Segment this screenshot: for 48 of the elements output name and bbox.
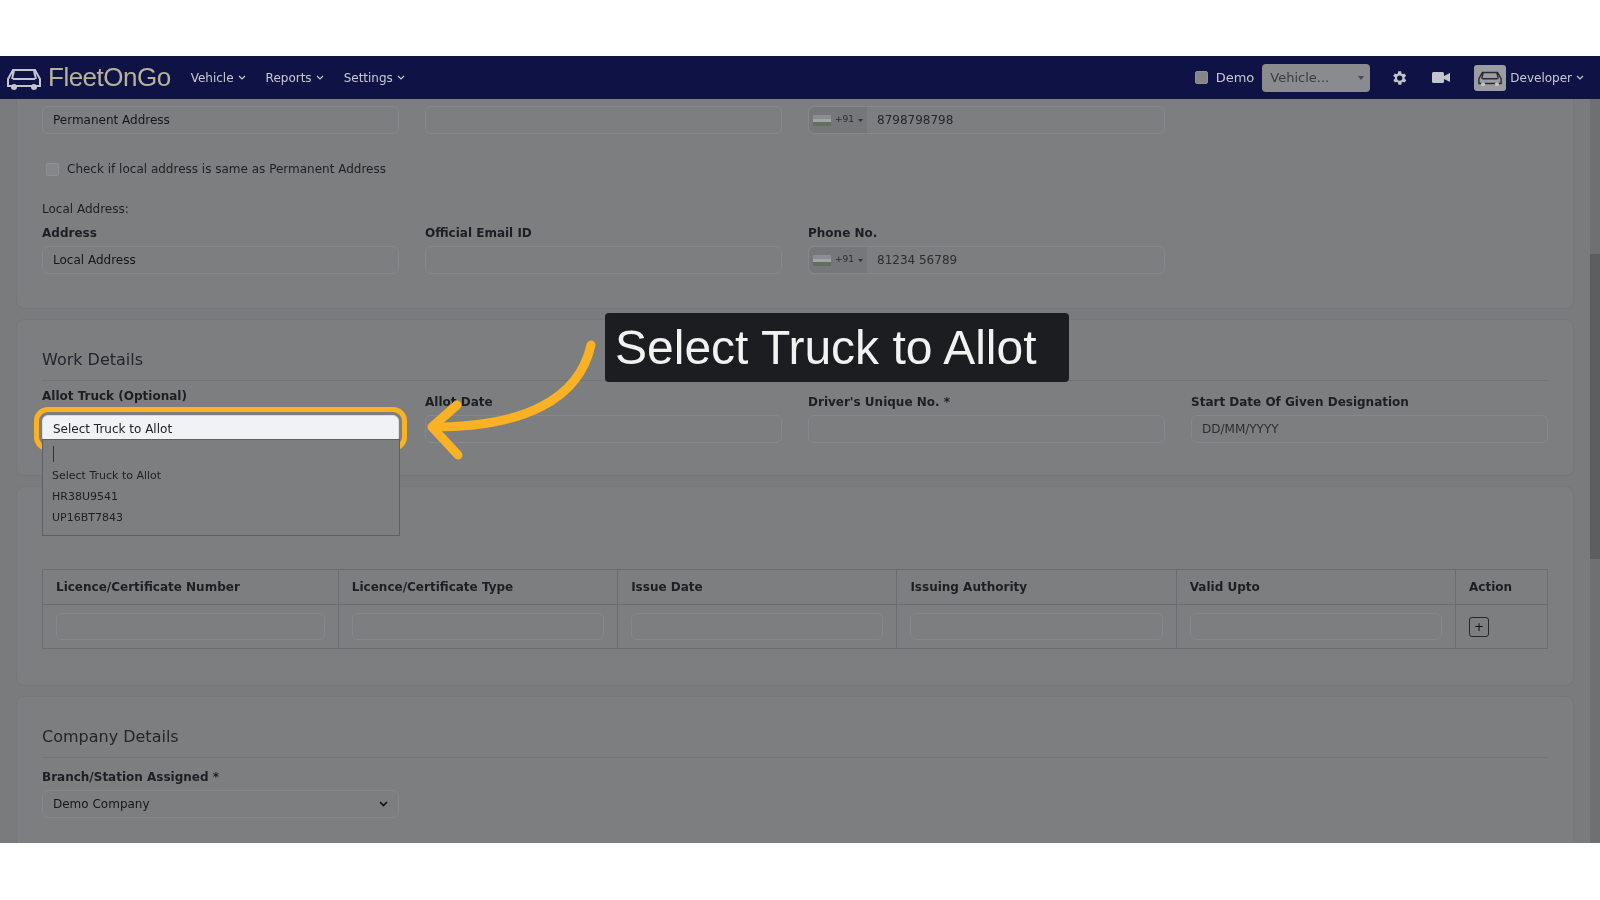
column-header: Valid Upto — [1176, 569, 1456, 605]
caret-icon — [858, 118, 863, 122]
field-label: Official Email ID — [425, 225, 532, 242]
dropdown-option[interactable]: UP16BT7843 — [52, 508, 390, 529]
vehicle-select[interactable]: Vehicle... — [1262, 63, 1371, 92]
column-header: Action — [1455, 569, 1548, 605]
flag-icon — [813, 254, 831, 266]
phone-field[interactable]: +91 8798798798 — [808, 106, 1165, 134]
text-field[interactable]: Permanent Address — [42, 106, 399, 134]
section-label: Local Address: — [42, 201, 130, 218]
field-label: Driver's Unique No. * — [808, 394, 950, 411]
date-field[interactable]: DD/MM/YYYY — [1191, 415, 1548, 443]
caret-icon — [858, 258, 863, 262]
add-row-button[interactable]: + — [1469, 616, 1489, 637]
demo-checkbox[interactable]: Demo — [1194, 67, 1255, 88]
video-camera-icon[interactable] — [1432, 71, 1451, 84]
caret-icon — [396, 75, 405, 80]
company-select[interactable]: Demo Company — [42, 790, 399, 818]
column-header: Issue Date — [617, 569, 897, 605]
country-code-select[interactable]: +91 — [809, 107, 867, 133]
text-field[interactable]: Local Address — [42, 246, 399, 274]
column-header: Licence/Certificate Number — [42, 569, 339, 605]
field-label: Branch/Station Assigned * — [42, 769, 220, 786]
field-label: Start Date Of Given Designation — [1191, 394, 1409, 411]
column-header: Issuing Authority — [896, 569, 1177, 605]
caret-icon — [1358, 75, 1365, 80]
country-code-select[interactable]: +91 — [809, 247, 867, 273]
nav-menu[interactable]: Vehicle — [190, 68, 246, 87]
caret-icon — [315, 75, 324, 80]
field-label: Address — [42, 225, 97, 242]
section-title: Company Details — [42, 697, 1548, 758]
nav-menu[interactable]: Reports — [265, 68, 324, 87]
phone-field[interactable]: +91 81234 56789 — [808, 246, 1165, 274]
field-label: Phone No. — [808, 225, 878, 242]
dropdown-option[interactable]: HR38U9541 — [52, 487, 390, 508]
callout-tooltip: Select Truck to Allot — [605, 313, 1069, 382]
column-header: Licence/Certificate Type — [338, 569, 618, 605]
field-label: Allot Truck (Optional) — [42, 388, 187, 405]
nav-menu[interactable]: Settings — [343, 68, 405, 87]
chevron-down-icon — [379, 801, 388, 807]
brand-logo[interactable]: FleetOnGo — [48, 58, 171, 97]
scrollbar-thumb[interactable] — [1590, 254, 1600, 559]
user-menu[interactable]: Developer — [1474, 64, 1584, 91]
flag-icon — [813, 114, 831, 126]
dropdown-option[interactable]: Select Truck to Allot — [52, 466, 390, 487]
same-address-checkbox[interactable]: Check if local address is same as Permanent Address — [46, 160, 1548, 178]
caret-icon — [237, 75, 246, 80]
caret-icon — [1576, 75, 1584, 80]
